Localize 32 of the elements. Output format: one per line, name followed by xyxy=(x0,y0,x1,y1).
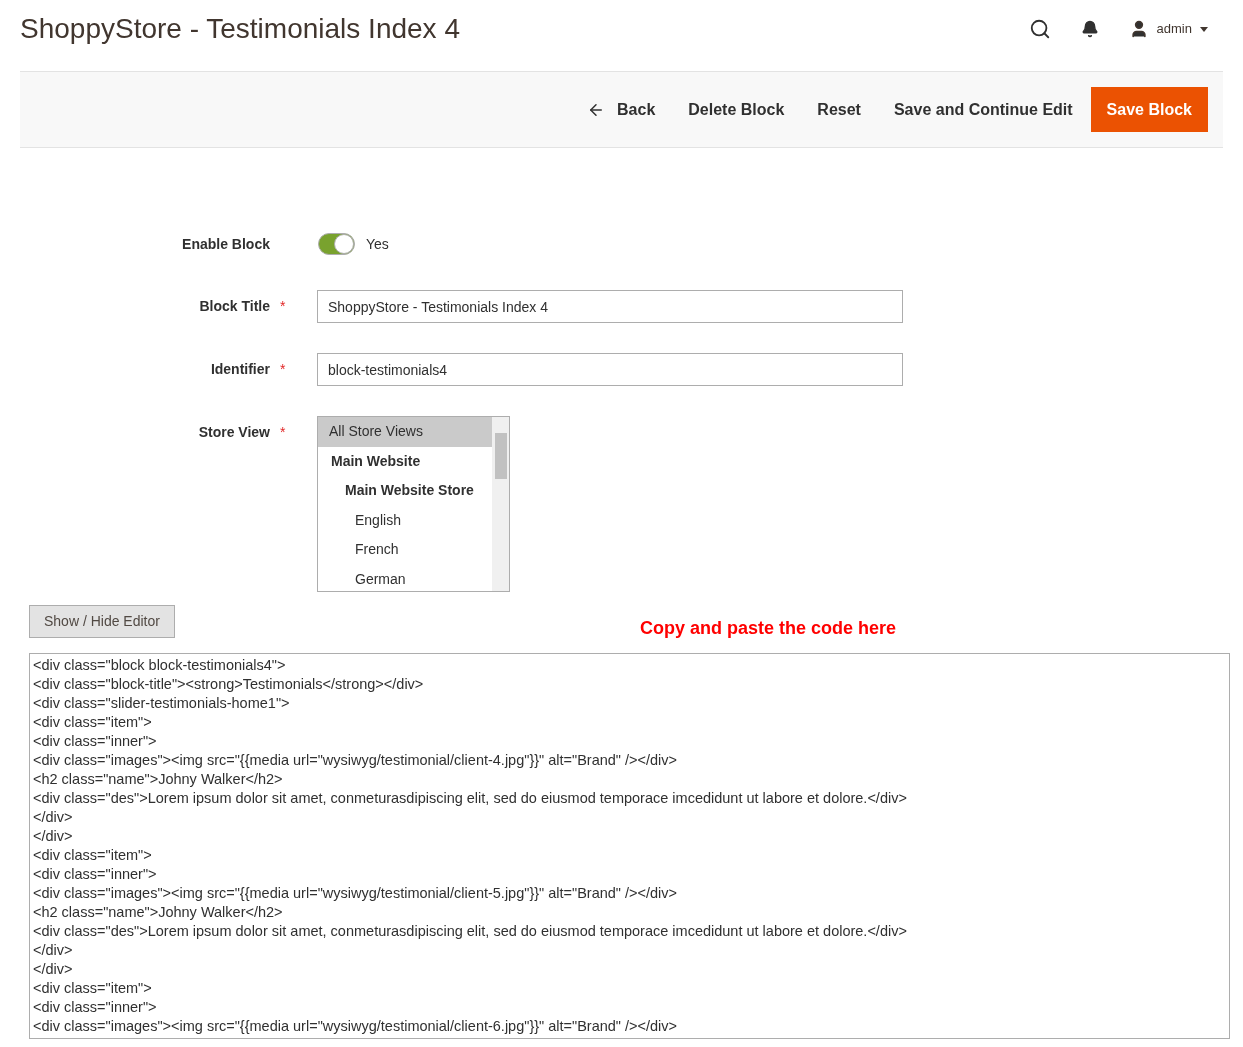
page-title: ShoppyStore - Testimonials Index 4 xyxy=(20,12,460,46)
listbox-option[interactable]: All Store Views xyxy=(318,417,492,447)
toolbar-button[interactable]: Reset xyxy=(802,87,876,132)
listbox-option[interactable]: Main Website Store xyxy=(318,476,492,506)
listbox-option[interactable]: Main Website xyxy=(318,446,492,476)
scrollbar[interactable] xyxy=(492,417,509,591)
text-field[interactable]: block-testimonials4 xyxy=(317,353,903,386)
toolbar-button[interactable]: Save and Continue Edit xyxy=(878,87,1088,132)
user-menu[interactable]: admin xyxy=(1128,19,1208,39)
required-asterisk: * xyxy=(280,423,287,442)
bell-icon[interactable] xyxy=(1080,20,1099,38)
listbox-option[interactable]: French xyxy=(318,535,492,565)
show-hide-editor-button[interactable]: Show / Hide Editor xyxy=(29,605,175,638)
listbox-option[interactable]: English xyxy=(318,505,492,535)
instruction-note: Copy and paste the code here xyxy=(639,617,896,640)
toolbar-button[interactable]: Delete Block xyxy=(673,87,800,132)
toggle-label: Yes xyxy=(366,234,389,254)
field-label: Block Title xyxy=(199,297,270,316)
code-editor[interactable]: <div class="block block-testimonials4"> <div class="block-title"><strong>Testimonials</strong></div> <div class="slider-testimonials-home1"> <div class="item"> <div class="inner"> <div class="images"><img src="{{media url="wysiwyg/testimonial/client-4.jpg"}}" alt="Brand" /></div> <h2 class="name">Johny Walker</h2> <div class="des">Lorem ipsum dolor sit amet, conmeturasdipiscing elit, sed do eiusmod temporace imcedidunt ut labore et dolore.</div> </div> </div> <div class="item"> <div class="inner"> <div class="images"><img src="{{media url="wysiwyg/testimonial/client-5.jpg"}}" alt="Brand" /></div> <h2 class="name">Johny Walker</h2> <div class="des">Lorem ipsum dolor sit amet, conmeturasdipiscing elit, sed do eiusmod temporace imcedidunt ut labore et dolore.</div> </div> </div> <div class="item"> <div class="inner"> <div class="images"><img src="{{media url="wysiwyg/testimonial/client-6.jpg"}}" alt="Brand" /></div> xyxy=(29,653,1230,1039)
field-label: Enable Block xyxy=(182,234,270,254)
required-asterisk: * xyxy=(280,297,287,316)
store-view-listbox[interactable]: All Store Views Main Website Main Website Store English French German xyxy=(317,416,510,592)
required-asterisk: * xyxy=(280,360,287,379)
caret-icon xyxy=(1200,26,1208,32)
listbox-option[interactable]: German xyxy=(318,564,492,591)
field-label: Identifier xyxy=(210,360,270,379)
back-button[interactable]: Back xyxy=(572,87,671,132)
save-button[interactable]: Save Block xyxy=(1090,87,1208,132)
field-label: Store View xyxy=(198,423,270,442)
text-field[interactable]: ShoppyStore - Testimonials Index 4 xyxy=(317,290,903,323)
search-icon[interactable] xyxy=(1028,18,1051,40)
toggle-switch[interactable] xyxy=(318,233,355,255)
